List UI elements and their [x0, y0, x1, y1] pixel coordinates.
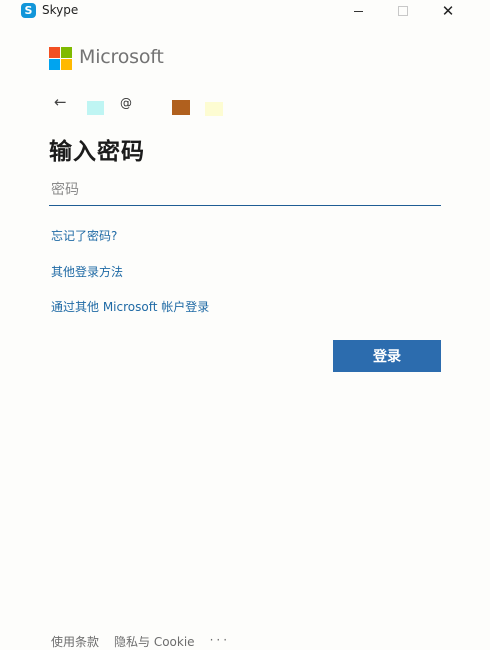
password-field-wrapper: [49, 174, 441, 207]
minimize-icon: [353, 10, 363, 12]
terms-of-use-link[interactable]: 使用条款: [51, 633, 99, 650]
redacted-email-part: [205, 102, 223, 116]
close-button[interactable]: ✕: [426, 0, 470, 22]
window-title: Skype: [42, 3, 79, 17]
microsoft-logo-icon: [49, 47, 72, 70]
logo-square-blue: [49, 59, 60, 70]
title-bar: S Skype ✕: [0, 0, 490, 22]
maximize-icon: [398, 6, 408, 16]
use-other-account-link[interactable]: 通过其他 Microsoft 帐户登录: [51, 298, 209, 315]
forgot-password-link[interactable]: 忘记了密码?: [51, 227, 117, 244]
redacted-email-part: [172, 100, 190, 115]
microsoft-wordmark: Microsoft: [79, 46, 164, 68]
back-arrow-icon[interactable]: ←: [54, 93, 67, 111]
more-options-icon[interactable]: ···: [210, 633, 230, 650]
close-icon: ✕: [441, 1, 455, 20]
page-title: 输入密码: [49, 139, 145, 165]
signin-button[interactable]: 登录: [333, 340, 441, 372]
privacy-cookies-link[interactable]: 隐私与 Cookie: [114, 633, 195, 650]
skype-icon: S: [21, 3, 36, 18]
minimize-button[interactable]: [336, 0, 380, 22]
password-input[interactable]: [49, 174, 441, 206]
email-at-sign: @: [120, 96, 132, 110]
maximize-button[interactable]: [381, 0, 425, 22]
other-signin-options-link[interactable]: 其他登录方法: [51, 263, 123, 280]
logo-square-red: [49, 47, 60, 58]
logo-square-yellow: [61, 59, 72, 70]
logo-square-green: [61, 47, 72, 58]
redacted-email-part: [87, 101, 104, 115]
footer: 使用条款 隐私与 Cookie ···: [51, 633, 230, 650]
